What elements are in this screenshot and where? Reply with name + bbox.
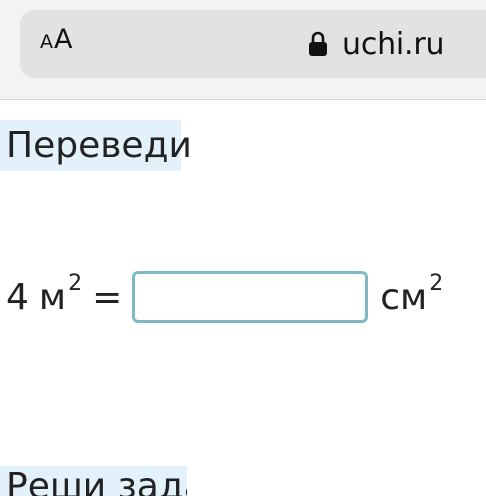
text-size-button[interactable]: A A: [40, 24, 72, 64]
source-unit-power: 2: [68, 270, 83, 296]
answer-input[interactable]: [132, 271, 369, 323]
address-bar[interactable]: A A uchi.ru: [20, 10, 486, 78]
task-heading: Переведи: [0, 120, 192, 171]
source-unit: м: [38, 276, 67, 318]
text-size-large-label: A: [54, 24, 73, 55]
lock-icon: [309, 31, 327, 56]
url-text: uchi.ru: [342, 26, 445, 62]
next-task-heading: Реши задачи: [0, 466, 187, 496]
url-display[interactable]: uchi.ru: [308, 22, 445, 66]
source-number: 4: [6, 276, 29, 318]
conversion-equation: 4 м 2 = см 2: [6, 268, 443, 326]
next-task-heading-text: Реши задачи: [6, 466, 187, 496]
text-size-small-label: A: [40, 31, 53, 53]
target-unit: см: [380, 276, 428, 318]
task-content: Переведи 4 м 2 = см 2 Реши задачи: [0, 100, 486, 496]
target-unit-power: 2: [429, 270, 444, 296]
browser-top-bar: A A uchi.ru: [0, 0, 486, 100]
equals-sign: =: [92, 276, 123, 318]
